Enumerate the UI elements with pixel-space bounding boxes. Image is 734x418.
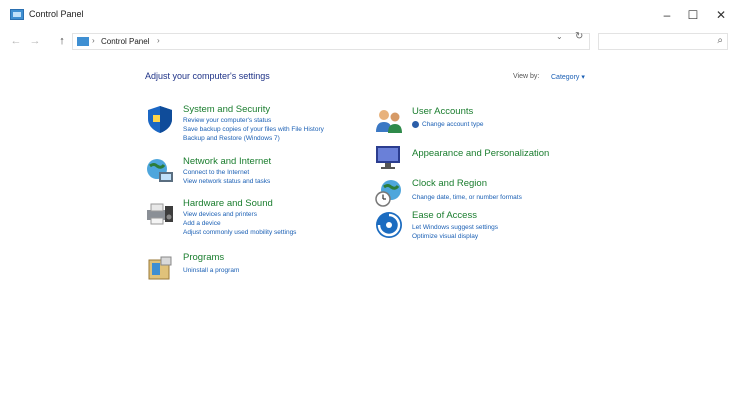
- category-title[interactable]: User Accounts: [412, 106, 473, 117]
- category-title[interactable]: Ease of Access: [412, 210, 477, 221]
- users-icon[interactable]: [374, 106, 404, 136]
- programs-box-icon[interactable]: [145, 252, 175, 282]
- search-input[interactable]: ⌕: [598, 33, 728, 50]
- category-title[interactable]: System and Security: [183, 104, 270, 115]
- shield-badge-icon: [412, 121, 419, 128]
- address-dropdown-icon[interactable]: ⌄: [556, 32, 563, 41]
- window-title: Control Panel: [29, 9, 84, 19]
- shield-icon[interactable]: [145, 104, 175, 134]
- search-icon[interactable]: ⌕: [717, 35, 723, 46]
- category-link[interactable]: Connect to the Internet: [183, 169, 249, 176]
- back-button[interactable]: ←: [8, 32, 24, 50]
- clock-globe-icon[interactable]: [374, 178, 404, 208]
- category-link[interactable]: Backup and Restore (Windows 7): [183, 135, 280, 142]
- category-title[interactable]: Clock and Region: [412, 178, 487, 189]
- breadcrumb-control-panel[interactable]: Control Panel: [101, 37, 149, 46]
- category-link[interactable]: Review your computer's status: [183, 117, 271, 124]
- category-link[interactable]: Change account type: [422, 121, 483, 128]
- network-globe-icon[interactable]: [145, 156, 175, 186]
- category-link[interactable]: Save backup copies of your files with Fi…: [183, 126, 324, 133]
- category-link[interactable]: Uninstall a program: [183, 267, 239, 274]
- breadcrumb-separator: ›: [92, 36, 95, 45]
- page-heading: Adjust your computer's settings: [145, 71, 270, 81]
- minimize-button[interactable]: –: [654, 4, 680, 26]
- category-title[interactable]: Appearance and Personalization: [412, 148, 549, 159]
- title-bar: Control Panel – ☐ ✕: [0, 0, 734, 30]
- control-panel-icon: [10, 9, 24, 20]
- address-bar[interactable]: › Control Panel ›: [72, 33, 590, 50]
- refresh-icon[interactable]: ↻: [575, 31, 583, 42]
- close-button[interactable]: ✕: [708, 4, 734, 26]
- view-by-dropdown[interactable]: Category ▾: [551, 73, 585, 81]
- ease-of-access-icon[interactable]: [374, 210, 404, 240]
- monitor-palette-icon[interactable]: [374, 142, 404, 172]
- category-title[interactable]: Network and Internet: [183, 156, 271, 167]
- category-title[interactable]: Hardware and Sound: [183, 198, 273, 209]
- maximize-button[interactable]: ☐: [680, 4, 706, 26]
- up-button[interactable]: ↑: [54, 32, 70, 50]
- view-by-label: View by:: [513, 73, 540, 80]
- forward-button[interactable]: →: [27, 32, 43, 50]
- printer-speaker-icon[interactable]: [145, 198, 175, 228]
- category-link[interactable]: View devices and printers: [183, 211, 257, 218]
- category-link[interactable]: Adjust commonly used mobility settings: [183, 229, 296, 236]
- category-link[interactable]: Let Windows suggest settings: [412, 224, 498, 231]
- category-link[interactable]: Change date, time, or number formats: [412, 194, 522, 201]
- category-link[interactable]: Optimize visual display: [412, 233, 478, 240]
- category-link[interactable]: View network status and tasks: [183, 178, 270, 185]
- breadcrumb-separator[interactable]: ›: [157, 36, 160, 45]
- control-panel-crumb-icon: [77, 37, 89, 46]
- category-title[interactable]: Programs: [183, 252, 224, 263]
- category-link[interactable]: Add a device: [183, 220, 221, 227]
